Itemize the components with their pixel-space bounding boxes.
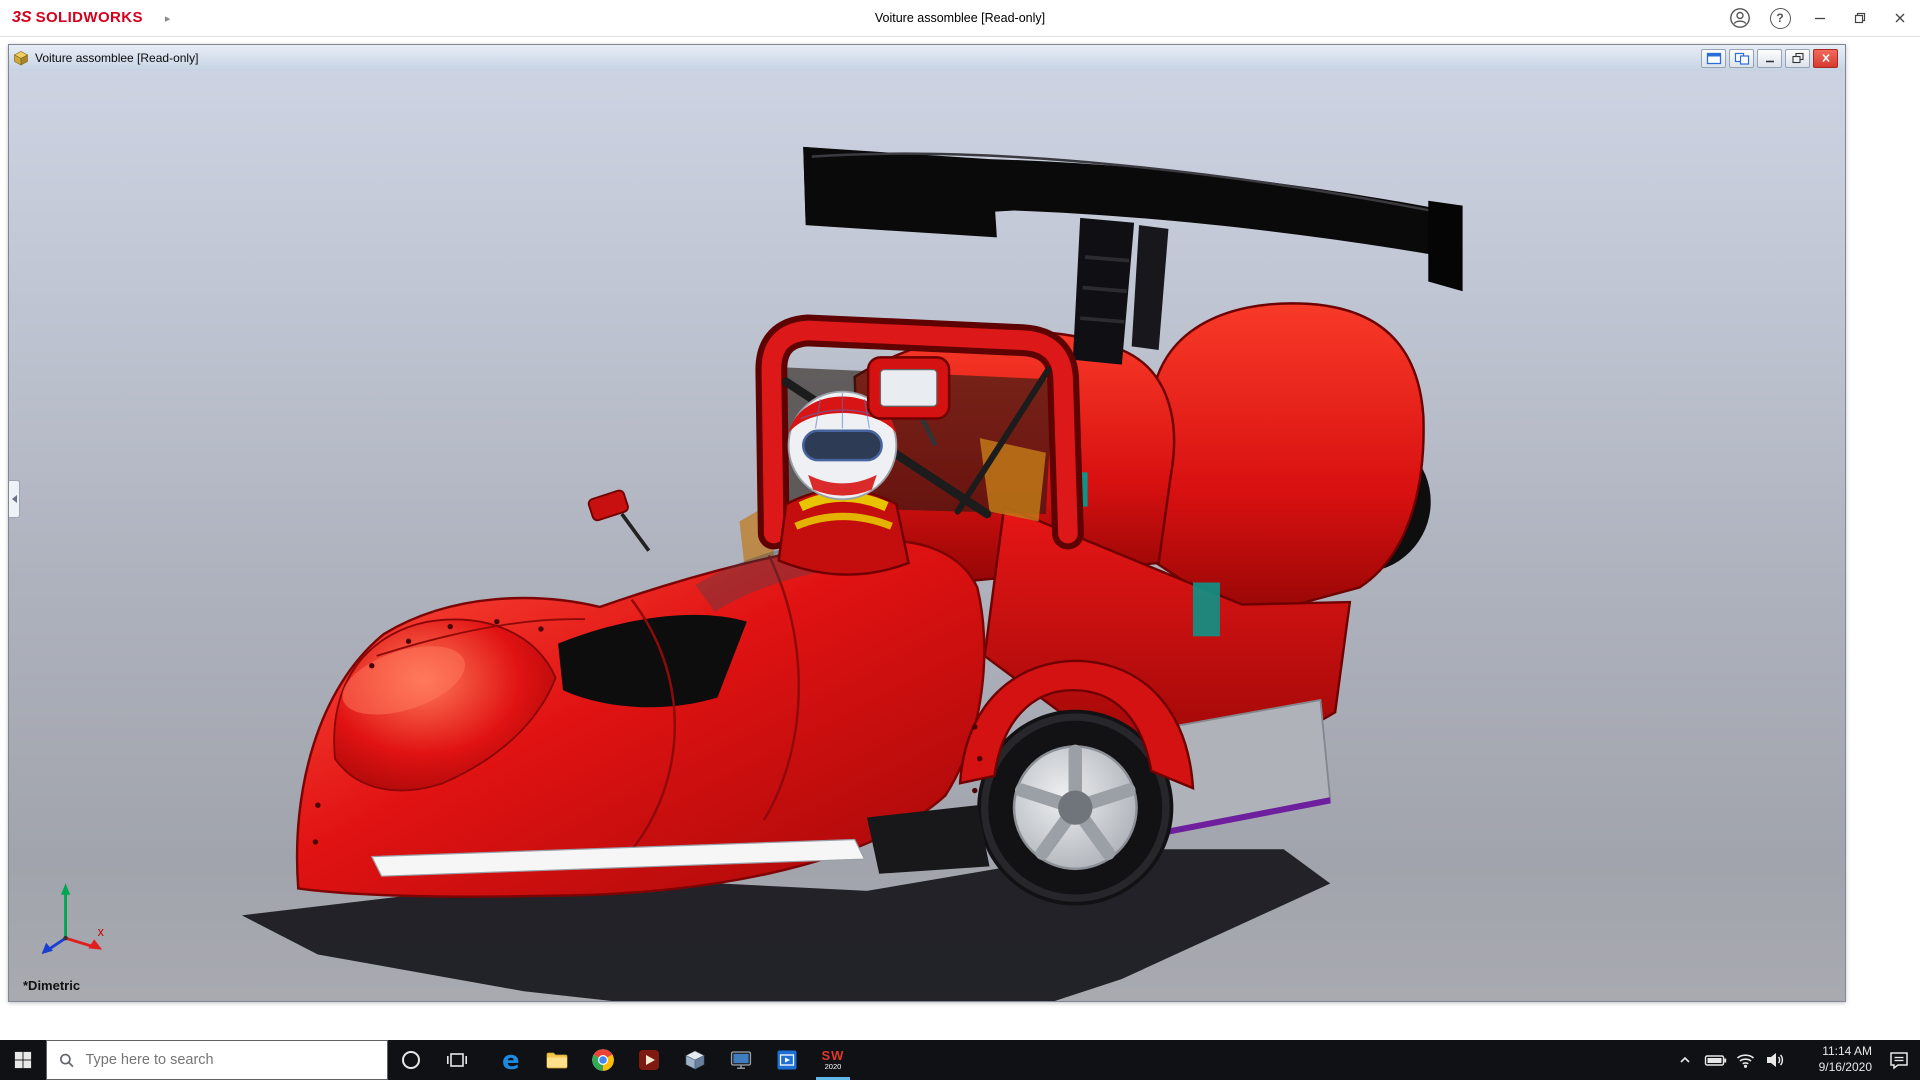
document-window: Voiture assomblee [Read-only] [8, 44, 1846, 1002]
chrome-icon [591, 1048, 615, 1072]
solidworks-2020-icon: SW 2020 [822, 1049, 845, 1071]
media-player-icon [637, 1048, 661, 1072]
triad-x-label: x [98, 925, 105, 939]
desktop-screen: 3S SOLIDWORKS ▸ Voiture assomblee [Read-… [0, 0, 1920, 1080]
rocker-panel [867, 805, 990, 874]
document-titlebar[interactable]: Voiture assomblee [Read-only] [9, 45, 1845, 72]
photos-icon [775, 1048, 799, 1072]
taskbar: e [0, 1040, 1920, 1080]
windows-logo-icon [14, 1051, 32, 1069]
app-titlebar: 3S SOLIDWORKS ▸ Voiture assomblee [Read-… [0, 0, 1920, 37]
solidworks-logo: 3S SOLIDWORKS [0, 9, 143, 27]
doc-restore-icon [1791, 52, 1805, 64]
search-input[interactable] [83, 1051, 375, 1069]
action-center-button[interactable] [1878, 1040, 1920, 1080]
featuremanager-flyout-tab[interactable] [9, 480, 20, 518]
edge-icon: e [498, 1047, 524, 1073]
doc-pane-button-2[interactable] [1729, 49, 1754, 68]
clock-time: 11:14 AM [1822, 1044, 1872, 1060]
svg-text:e: e [502, 1047, 520, 1073]
start-button[interactable] [0, 1040, 46, 1080]
search-icon [59, 1052, 74, 1069]
restore-button[interactable] [1840, 0, 1880, 36]
side-window-teal [1193, 583, 1220, 637]
split-pane-icon [1734, 52, 1750, 65]
solidworks-logo-mark: 3S [12, 9, 32, 27]
task-view-icon [446, 1049, 468, 1071]
clock-date: 9/16/2020 [1819, 1060, 1872, 1076]
assembly-document-icon [13, 50, 29, 66]
side-mirror[interactable] [587, 489, 648, 550]
close-icon [1892, 10, 1908, 26]
volume-button[interactable] [1760, 1040, 1790, 1080]
pane-icon [1706, 52, 1722, 65]
chevron-up-icon [1677, 1052, 1693, 1068]
terminal-icon [729, 1048, 753, 1072]
battery-button[interactable] [1700, 1040, 1730, 1080]
account-icon [1728, 6, 1752, 30]
file-explorer-icon [545, 1048, 569, 1072]
taskbar-clock[interactable]: 11:14 AM 9/16/2020 [1790, 1040, 1878, 1080]
account-button[interactable] [1720, 0, 1760, 36]
doc-minimize-button[interactable] [1757, 49, 1782, 68]
help-button[interactable]: ? [1760, 0, 1800, 36]
close-button[interactable] [1880, 0, 1920, 36]
wifi-icon [1736, 1051, 1755, 1069]
doc-restore-button[interactable] [1785, 49, 1810, 68]
cad-cube-button[interactable] [672, 1040, 718, 1080]
document-title: Voiture assomblee [Read-only] [35, 51, 198, 65]
view-orientation-label: *Dimetric [23, 978, 80, 993]
network-button[interactable] [1730, 1040, 1760, 1080]
doc-close-icon [1819, 52, 1833, 64]
tray-expand-button[interactable] [1670, 1040, 1700, 1080]
minimize-icon [1812, 10, 1828, 26]
restore-icon [1852, 10, 1868, 26]
model-voiture-assomblee[interactable] [9, 71, 1845, 1001]
file-explorer-button[interactable] [534, 1040, 580, 1080]
terminal-button[interactable] [718, 1040, 764, 1080]
solidworks-2020-button[interactable]: SW 2020 [810, 1040, 856, 1080]
cortana-button[interactable] [388, 1040, 434, 1080]
cad-cube-icon [683, 1048, 707, 1072]
solidworks-logo-text: SOLIDWORKS [36, 9, 143, 26]
battery-icon [1704, 1051, 1727, 1070]
graphics-viewport[interactable]: x *Dimetric [9, 71, 1845, 1001]
action-center-icon [1888, 1050, 1910, 1070]
system-tray: 11:14 AM 9/16/2020 [1670, 1040, 1920, 1080]
app-title: Voiture assomblee [Read-only] [0, 11, 1920, 25]
chevron-left-icon [12, 495, 17, 503]
taskbar-search[interactable] [46, 1040, 388, 1080]
menu-expand-button[interactable]: ▸ [159, 8, 177, 29]
cortana-icon [400, 1049, 422, 1071]
doc-pane-button-1[interactable] [1701, 49, 1726, 68]
chrome-button[interactable] [580, 1040, 626, 1080]
chevron-right-icon: ▸ [165, 13, 171, 25]
doc-minimize-icon [1763, 52, 1777, 64]
orientation-triad: x [29, 881, 109, 961]
minimize-button[interactable] [1800, 0, 1840, 36]
media-player-button[interactable] [626, 1040, 672, 1080]
photos-button[interactable] [764, 1040, 810, 1080]
help-icon: ? [1770, 8, 1791, 29]
rear-right-fender[interactable] [1151, 303, 1423, 619]
doc-close-button[interactable] [1813, 49, 1838, 68]
edge-button[interactable]: e [488, 1040, 534, 1080]
task-view-button[interactable] [434, 1040, 480, 1080]
speaker-icon [1765, 1050, 1785, 1070]
